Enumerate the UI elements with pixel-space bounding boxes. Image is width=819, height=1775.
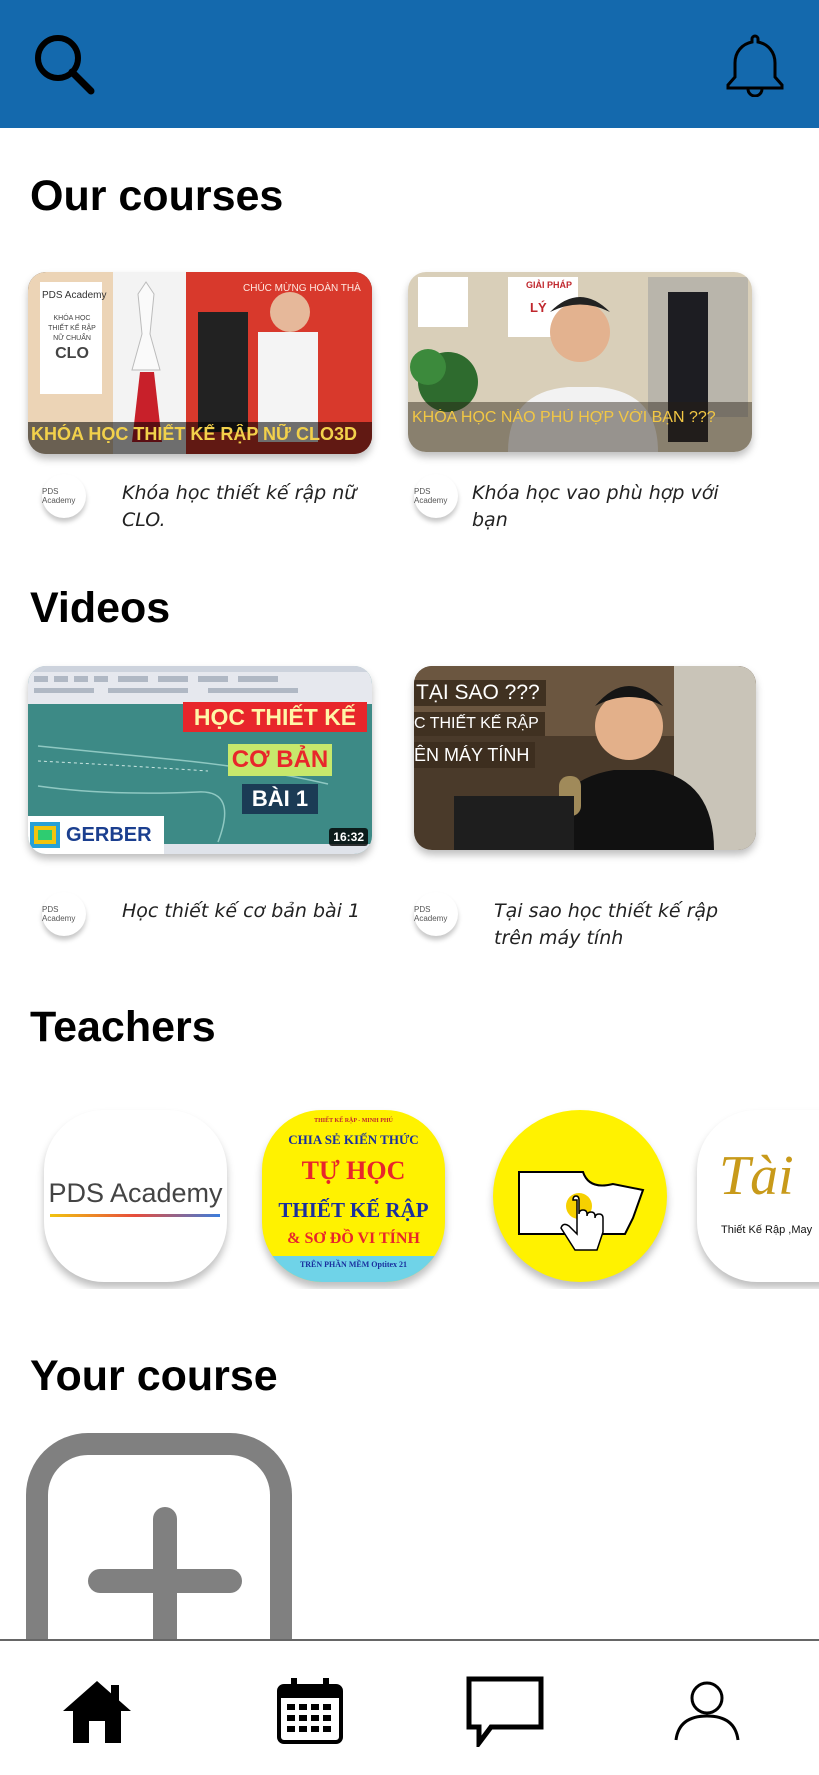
profile-icon bbox=[674, 1681, 740, 1741]
teachers-heading: Teachers bbox=[30, 1003, 216, 1051]
teacher-line: & SƠ ĐỒ VI TÍNH bbox=[287, 1230, 420, 1247]
gerber-text: GERBER bbox=[66, 823, 152, 846]
teacher-line: CHIA SẺ KIẾN THỨC bbox=[288, 1132, 419, 1147]
thumbnail-banner: KHÓA HỌC THIẾT KẾ RẬP NỮ CLO3D bbox=[31, 424, 357, 444]
wall-text: CHÚC MỪNG HOÀN THÀ bbox=[243, 283, 361, 294]
teacher-avatar-pds[interactable]: PDS Academy bbox=[44, 1110, 227, 1282]
video-thumbnail[interactable]: HỌC THIẾT KẾ CƠ BẢN BÀI 1 GERBER 16:32 bbox=[28, 666, 372, 854]
bottom-navigation bbox=[0, 1639, 819, 1775]
teacher-logo-text: PDS Academy bbox=[48, 1178, 223, 1208]
notifications-button[interactable] bbox=[719, 28, 791, 100]
video-title[interactable]: Tại sao học thiết kế rập trên máy tính bbox=[494, 898, 744, 952]
poster-line: NỮ CHUẨN bbox=[53, 335, 91, 342]
poster-line: CLO bbox=[55, 345, 89, 362]
thumbnail-banner: KHÓA HỌC NÀO PHÙ HỢP VỚI BẠN ??? bbox=[412, 409, 716, 426]
top-app-bar bbox=[0, 0, 819, 128]
course-thumbnail[interactable]: GIẢI PHÁP LÝ KHÓA HỌC NÀO PHÙ HỢP VỚI BẠ… bbox=[408, 272, 752, 452]
nav-messages[interactable] bbox=[465, 1671, 545, 1751]
course-title[interactable]: Khóa học thiết kế rập nữ CLO. bbox=[122, 480, 362, 534]
chat-icon bbox=[466, 1676, 544, 1747]
teacher-line: THIẾT KẾ RẬP bbox=[278, 1198, 429, 1222]
plus-icon-bar bbox=[88, 1569, 242, 1593]
courses-heading: Our courses bbox=[30, 172, 284, 220]
videos-heading: Videos bbox=[30, 584, 171, 632]
poster-line: KHÓA HỌC bbox=[53, 315, 91, 322]
teacher-avatar-tai[interactable]: Tài Thiết Kế Rập ,May bbox=[697, 1110, 819, 1282]
thumbnail-line: CƠ BẢN bbox=[228, 744, 332, 776]
gerber-logo: GERBER bbox=[28, 816, 164, 854]
nav-profile[interactable] bbox=[667, 1671, 747, 1751]
calendar-icon bbox=[277, 1678, 343, 1744]
course-title[interactable]: Khóa học vao phù hợp với bạn bbox=[472, 480, 742, 534]
wall-text: GIẢI PHÁP bbox=[526, 280, 573, 290]
thumbnail-line: TẠI SAO ??? bbox=[414, 680, 546, 706]
poster-line: THIẾT KẾ RẬP bbox=[48, 325, 96, 332]
teacher-line: TRÊN PHẦN MỀM Optitex 21 bbox=[262, 1256, 445, 1282]
teacher-avatar-minhphu[interactable]: THIẾT KẾ RẬP - MINH PHÚ CHIA SẺ KIẾN THỨ… bbox=[262, 1110, 445, 1282]
duration-badge: 16:32 bbox=[329, 828, 368, 846]
poster-text: KHÓA HỌC THIẾT KẾ RẬP NỮ CHUẨN CLO bbox=[42, 314, 102, 364]
bell-icon bbox=[726, 34, 784, 97]
teacher-line: TỰ HỌC bbox=[301, 1156, 406, 1185]
channel-logo[interactable]: PDS Academy bbox=[42, 474, 86, 518]
channel-logo[interactable]: PDS Academy bbox=[414, 892, 458, 936]
nav-calendar[interactable] bbox=[270, 1671, 350, 1751]
thumbnail-line: BÀI 1 bbox=[242, 784, 318, 814]
gerber-mark-icon bbox=[30, 822, 60, 848]
pattern-touch-icon bbox=[518, 1171, 645, 1251]
teacher-caption: Thiết Kế Rập ,May bbox=[721, 1224, 813, 1236]
channel-logo[interactable]: PDS Academy bbox=[414, 474, 458, 518]
thumbnail-line: C THIẾT KẾ RẬP bbox=[414, 712, 545, 736]
teacher-avatar-pattern[interactable] bbox=[493, 1110, 667, 1282]
your-course-heading: Your course bbox=[30, 1352, 278, 1400]
nav-home[interactable] bbox=[57, 1671, 137, 1751]
channel-logo[interactable]: PDS Academy bbox=[42, 892, 86, 936]
logo-underline bbox=[50, 1214, 220, 1217]
poster-brand: PDS Academy bbox=[42, 290, 107, 301]
video-thumbnail[interactable]: TẠI SAO ??? C THIẾT KẾ RẬP ÊN MÁY TÍNH bbox=[414, 666, 756, 850]
home-icon bbox=[63, 1681, 131, 1743]
thumbnail-line: ÊN MÁY TÍNH bbox=[414, 742, 536, 768]
teacher-logo-text: Tài bbox=[719, 1145, 794, 1207]
wall-text: LÝ bbox=[530, 300, 547, 315]
thumbnail-line: HỌC THIẾT KẾ bbox=[183, 702, 367, 732]
course-thumbnail[interactable]: PDS Academy KHÓA HỌC THIẾT KẾ RẬP NỮ CHU… bbox=[28, 272, 372, 454]
teachers-carousel[interactable]: PDS Academy THIẾT KẾ RẬP - MINH PHÚ CHIA… bbox=[0, 1104, 819, 1289]
search-icon bbox=[35, 35, 95, 95]
search-button[interactable] bbox=[28, 28, 100, 100]
video-title[interactable]: Học thiết kế cơ bản bài 1 bbox=[122, 898, 362, 925]
teacher-line: THIẾT KẾ RẬP - MINH PHÚ bbox=[314, 1118, 393, 1124]
